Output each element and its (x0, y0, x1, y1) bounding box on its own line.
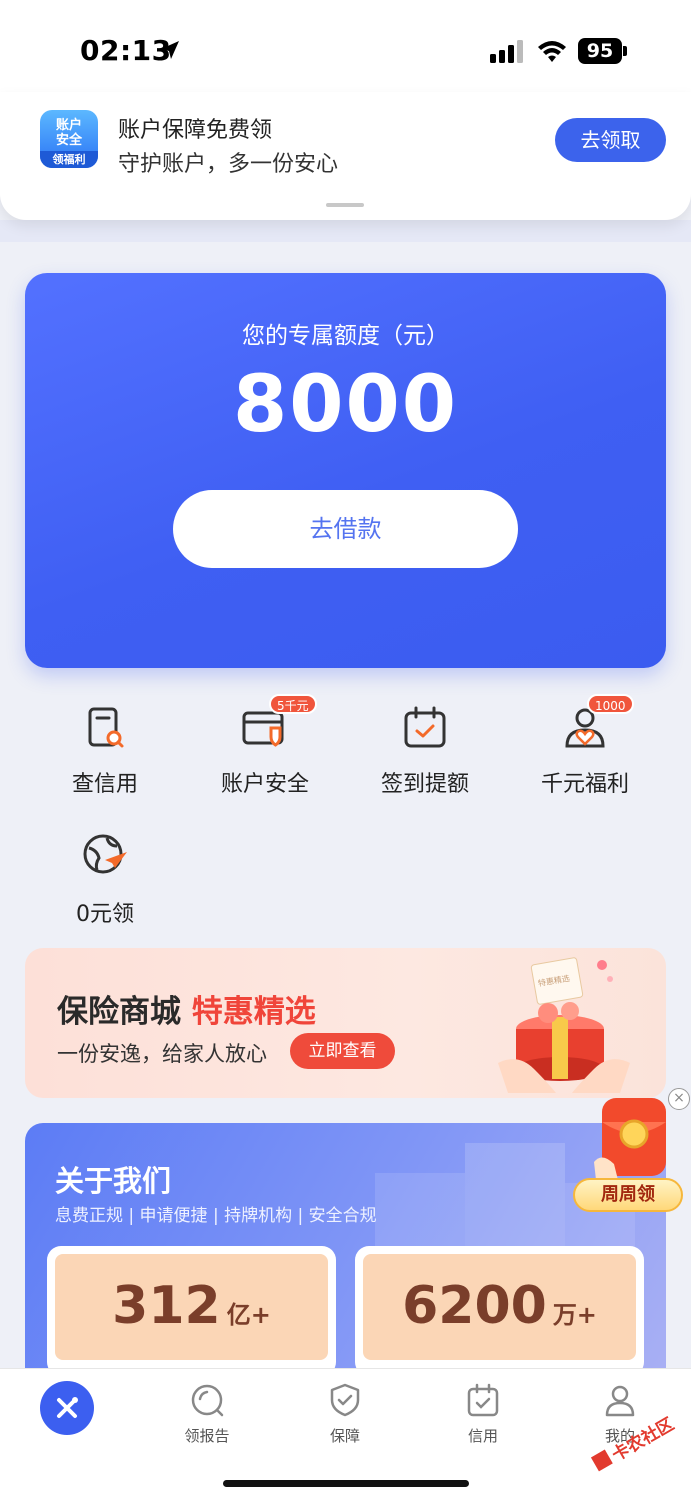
app-icon-text: 账户 安全 (55, 118, 82, 148)
stat-value-row: 312 亿+ (55, 1276, 328, 1336)
quota-amount: 8000 (232, 360, 459, 450)
insurance-title-highlight: 特惠精选 (191, 994, 316, 1030)
calendar-check-icon (467, 1383, 499, 1417)
insurance-subtitle: 一份安逸，给家人放心 (57, 1042, 267, 1066)
battery-level: 95 (578, 38, 622, 64)
stat-value-row: 6200 万+ (363, 1276, 636, 1336)
shortcut-label: 千元福利 (540, 772, 629, 797)
watermark-text: 卡农社区 (608, 1413, 677, 1465)
shortcut-credit-check[interactable]: 查信用 (25, 700, 185, 800)
close-float-button[interactable]: × (668, 1088, 690, 1110)
nav-report[interactable]: 领报告 (147, 1380, 267, 1450)
home-logo-icon (57, 1397, 78, 1418)
cellular-signal-icon (490, 40, 523, 63)
notification-app-icon: 账户 安全 领福利 (40, 110, 98, 168)
notification-title: 账户保障免费领 (118, 118, 273, 143)
shield-check-icon (330, 1383, 360, 1417)
badge-1000: 1000 (587, 694, 634, 714)
notification-subtitle: 守护账户，多一份安心 (118, 152, 339, 177)
borrow-button[interactable]: 去借款 (173, 490, 518, 568)
insurance-title-main: 保险商城 (57, 994, 181, 1030)
about-title: 关于我们 (55, 1164, 172, 1198)
stat-panel: 6200 万+ (363, 1254, 636, 1360)
nav-label: 领报告 (184, 1427, 230, 1445)
badge-5k: 5千元 (269, 694, 317, 714)
wifi-icon (538, 41, 566, 62)
gift-box-illustration: 特惠精选 (498, 957, 630, 1093)
weekly-claim-button[interactable]: 周周领 (573, 1178, 683, 1212)
shortcut-welfare[interactable]: 1000 千元福利 (505, 694, 665, 800)
stat-unit: 亿+ (226, 1301, 271, 1329)
globe-plane-icon (83, 834, 127, 874)
about-tags: 息费正规 | 申请便捷 | 持牌机构 | 安全合规 (55, 1206, 377, 1226)
nav-home[interactable] (40, 1381, 94, 1435)
stat-unit: 万+ (552, 1301, 597, 1329)
watermark-logo: 卡农社区 (590, 1413, 678, 1472)
nav-label: 保障 (329, 1427, 360, 1445)
calendar-check-icon (404, 706, 446, 748)
stat-card-loans: 312 亿+ (47, 1246, 336, 1376)
view-now-button[interactable]: 立即查看 (290, 1033, 395, 1069)
stat-panel: 312 亿+ (55, 1254, 328, 1360)
stat-card-users: 6200 万+ (355, 1246, 644, 1376)
notice-strip (0, 220, 691, 242)
quota-label: 您的专属额度（元） (242, 323, 449, 349)
location-arrow-icon (161, 41, 179, 59)
battery-cap (623, 46, 627, 56)
banner-grabber[interactable] (326, 203, 364, 207)
home-indicator[interactable] (223, 1480, 469, 1487)
nav-protection[interactable]: 保障 (285, 1380, 405, 1450)
report-icon (191, 1384, 224, 1417)
shortcut-account-security[interactable]: 5千元 账户安全 (185, 694, 345, 800)
stat-value: 6200 (402, 1276, 547, 1336)
shortcut-label: 签到提额 (380, 772, 469, 797)
nav-credit[interactable]: 信用 (423, 1380, 543, 1450)
red-packet-icon[interactable] (588, 1092, 680, 1184)
app-icon-subtext: 领福利 (40, 151, 98, 168)
credit-check-icon (88, 707, 124, 748)
stat-value: 312 (112, 1276, 221, 1336)
shortcut-signin-raise[interactable]: 签到提额 (345, 700, 505, 800)
shortcut-label: 0元领 (76, 902, 134, 927)
insurance-title: 保险商城 特惠精选 (57, 986, 316, 1031)
shortcut-free-claim[interactable]: 0元领 (25, 826, 185, 927)
shortcut-label: 账户安全 (220, 772, 309, 797)
shortcut-label: 查信用 (71, 772, 138, 797)
nav-label: 信用 (467, 1427, 498, 1445)
claim-button[interactable]: 去领取 (555, 118, 666, 162)
